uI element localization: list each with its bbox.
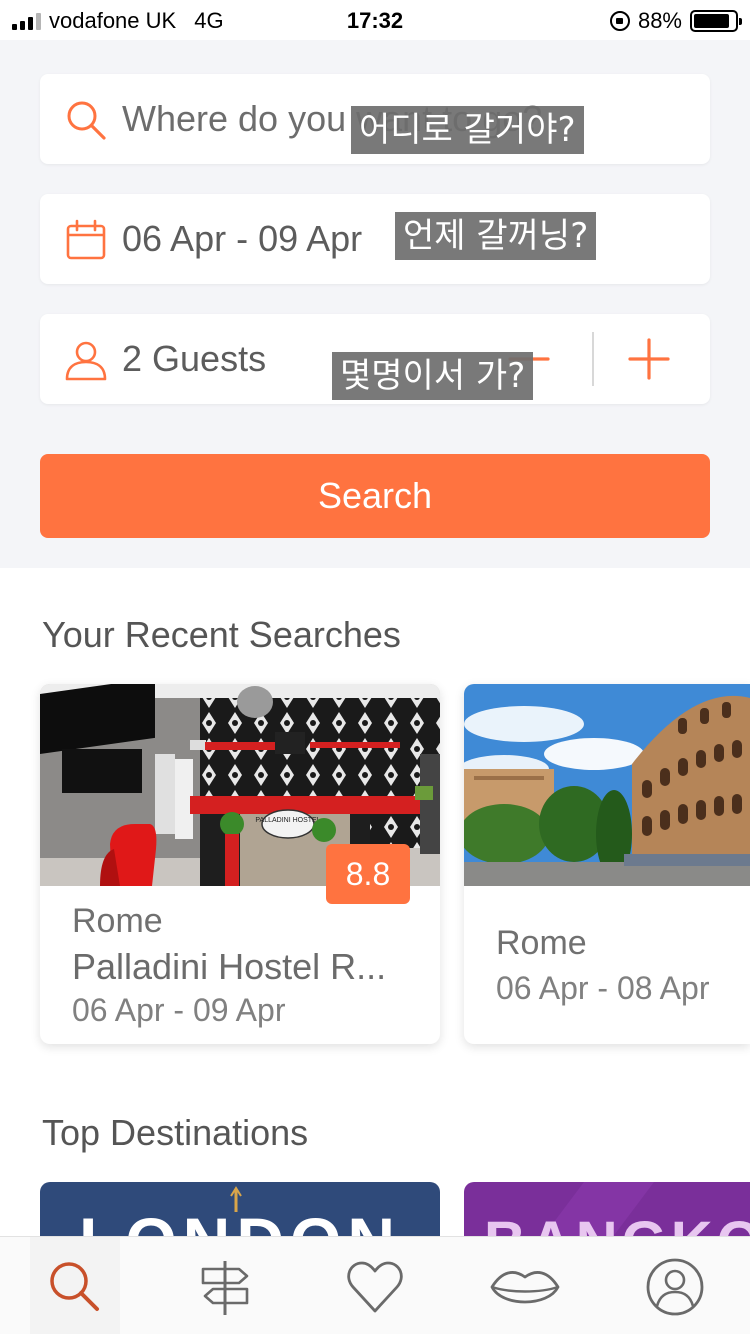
status-right: 88%	[609, 8, 742, 34]
card-city: Rome	[72, 902, 163, 940]
person-icon	[65, 341, 107, 381]
signpost-icon	[201, 1261, 249, 1315]
colosseum-photo	[464, 684, 750, 886]
rotation-lock-icon	[609, 11, 630, 31]
colosseum-photo-illustration	[464, 684, 750, 886]
guests-value: 2 Guests	[122, 338, 267, 379]
guests-overlay-caption: 몇명이서 가?	[332, 352, 534, 400]
nav-search-tab[interactable]	[30, 1237, 120, 1334]
dates-field[interactable]: 06 Apr - 09 Apr 언제 갈꺼닝?	[40, 194, 710, 284]
calendar-icon	[66, 219, 106, 260]
lips-icon	[490, 1271, 560, 1304]
recent-search-card[interactable]: PALLADINI HOSTEL 8.8 Rome Palladini Host…	[40, 684, 440, 1044]
card-hostel-name: Palladini Hostel R...	[72, 946, 387, 987]
battery-fill	[694, 14, 730, 28]
bottom-nav	[0, 1236, 750, 1334]
nav-profile-tab[interactable]	[630, 1237, 720, 1334]
stepper-divider	[592, 332, 594, 386]
search-panel: Where do you want to go? 어디로 갈거야? 06 Apr…	[0, 40, 750, 568]
dates-value: 06 Apr - 09 Apr	[122, 218, 363, 259]
search-icon	[67, 101, 106, 140]
search-button[interactable]: Search	[40, 454, 710, 538]
top-destinations-title: Top Destinations	[42, 1112, 309, 1153]
battery-percent: 88%	[637, 8, 682, 33]
destination-overlay-caption: 어디로 갈거야?	[351, 106, 584, 154]
rating-badge: 8.8	[326, 844, 410, 904]
recent-search-card[interactable]: Rome 06 Apr - 08 Apr	[464, 684, 750, 1044]
profile-icon	[646, 1258, 704, 1316]
recent-searches-title: Your Recent Searches	[42, 614, 401, 655]
increase-guests-button[interactable]	[624, 334, 674, 384]
destination-input[interactable]: Where do you want to go? 어디로 갈거야?	[40, 74, 710, 164]
battery-icon	[690, 10, 742, 32]
nav-social-tab[interactable]	[480, 1237, 570, 1334]
dates-overlay-caption: 언제 갈꺼닝?	[395, 212, 597, 260]
card-dates: 06 Apr - 08 Apr	[496, 970, 710, 1006]
guests-field: 2 Guests 몇명이서 가?	[40, 314, 710, 404]
status-bar: vodafone UK 4G 17:32 88%	[0, 0, 750, 40]
hostel-sign-text: PALLADINI HOSTEL	[255, 817, 320, 824]
card-dates: 06 Apr - 09 Apr	[72, 992, 286, 1028]
nav-wishlist-tab[interactable]	[330, 1237, 420, 1334]
heart-icon	[347, 1261, 403, 1313]
nav-explore-tab[interactable]	[180, 1237, 270, 1334]
card-city: Rome	[496, 924, 587, 962]
search-icon	[50, 1262, 99, 1311]
